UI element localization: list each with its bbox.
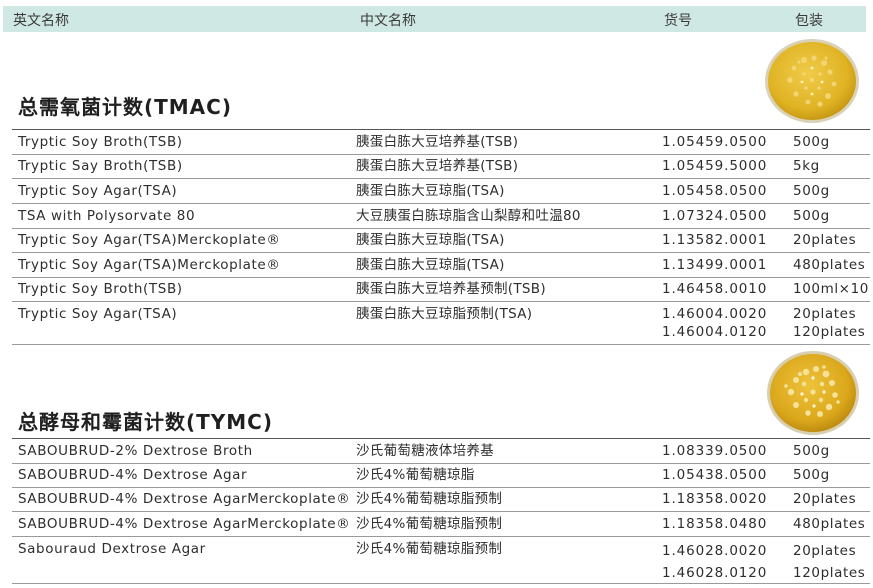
cell-chinese-name: 胰蛋白胨大豆琼脂(TSA) bbox=[356, 257, 505, 273]
table-row: SABOUBRUD-2% Dextrose Broth 沙氏葡萄糖液体培养基 1… bbox=[12, 438, 870, 464]
table-header: 英文名称 中文名称 货号 包装 bbox=[3, 6, 866, 32]
cell-english-name: Sabouraud Dextrose Agar bbox=[18, 541, 206, 557]
cell-chinese-name: 胰蛋白胨大豆培养基(TSB) bbox=[356, 158, 519, 174]
cell-catalog-number: 1.05458.0500 bbox=[662, 183, 768, 199]
table-row: Sabouraud Dextrose Agar 沙氏4%葡萄糖琼脂预制 1.46… bbox=[12, 537, 870, 584]
cell-chinese-name: 大豆胰蛋白胨琼脂含山梨醇和吐温80 bbox=[356, 208, 581, 224]
table-row: SABOUBRUD-4% Dextrose Agar 沙氏4%葡萄糖琼脂 1.0… bbox=[12, 463, 870, 488]
col-header-chinese-name: 中文名称 bbox=[360, 13, 416, 29]
cell-english-name: SABOUBRUD-4% Dextrose AgarMerckoplate® bbox=[18, 491, 351, 507]
cell-package: 500g bbox=[793, 134, 830, 150]
col-header-package: 包装 bbox=[795, 13, 823, 29]
cell-english-name: SABOUBRUD-4% Dextrose Agar bbox=[18, 467, 248, 483]
cell-catalog-number: 1.05438.0500 bbox=[662, 467, 768, 483]
cell-catalog-number: 1.05459.5000 bbox=[662, 158, 768, 174]
cell-english-name: Tryptic Soy Broth(TSB) bbox=[18, 134, 183, 150]
cell-package: 480plates bbox=[793, 257, 866, 273]
cell-english-name: SABOUBRUD-4% Dextrose AgarMerckoplate® bbox=[18, 516, 351, 532]
cell-catalog-number: 1.46004.0020 1.46004.0120 bbox=[662, 305, 767, 341]
cell-package: 20plates bbox=[793, 491, 857, 507]
col-header-catalog-number: 货号 bbox=[664, 13, 692, 29]
cell-chinese-name: 胰蛋白胨大豆培养基(TSB) bbox=[356, 134, 519, 150]
table-row: Tryptic Soy Broth(TSB) 胰蛋白胨大豆培养基(TSB) 1.… bbox=[12, 129, 870, 155]
cell-english-name: Tryptic Soy Broth(TSB) bbox=[18, 281, 183, 297]
table-row: Tryptic Soy Agar(TSA)Merckoplate® 胰蛋白胨大豆… bbox=[12, 253, 870, 278]
section-title-tmac: 总需氧菌计数(TMAC) bbox=[18, 95, 232, 119]
cell-package: 500g bbox=[793, 208, 830, 224]
cell-catalog-number: 1.05459.0500 bbox=[662, 134, 768, 150]
cell-catalog-number: 1.13499.0001 bbox=[662, 257, 768, 273]
cell-chinese-name: 胰蛋白胨大豆琼脂(TSA) bbox=[356, 183, 505, 199]
cell-chinese-name: 沙氏4%葡萄糖琼脂预制 bbox=[356, 541, 503, 557]
table-row: Tryptic Soy Broth(TSB) 胰蛋白胨大豆培养基预制(TSB) … bbox=[12, 277, 870, 302]
table-row: Tryptic Soy Agar(TSA) 胰蛋白胨大豆琼脂预制(TSA) 1.… bbox=[12, 302, 870, 345]
package-line: 120plates bbox=[793, 324, 866, 340]
cell-package: 480plates bbox=[793, 516, 866, 532]
cell-package: 20plates 120plates bbox=[793, 305, 865, 341]
package-line: 20plates bbox=[793, 306, 857, 322]
cell-chinese-name: 沙氏4%葡萄糖琼脂预制 bbox=[356, 491, 503, 507]
cell-catalog-number: 1.18358.0020 bbox=[662, 491, 768, 507]
cell-chinese-name: 沙氏4%葡萄糖琼脂预制 bbox=[356, 516, 503, 532]
col-header-english-name: 英文名称 bbox=[13, 13, 69, 29]
catalog-number-line: 1.46028.0120 bbox=[662, 565, 768, 581]
cell-catalog-number: 1.13582.0001 bbox=[662, 232, 768, 248]
cell-english-name: Tryptic Soy Agar(TSA)Merckoplate® bbox=[18, 232, 281, 248]
cell-package: 5kg bbox=[793, 158, 820, 174]
cell-chinese-name: 胰蛋白胨大豆琼脂预制(TSA) bbox=[356, 306, 533, 322]
catalog-number-line: 1.46028.0020 bbox=[662, 543, 768, 559]
table-row: SABOUBRUD-4% Dextrose AgarMerckoplate® 沙… bbox=[12, 487, 870, 512]
package-line: 120plates bbox=[793, 565, 866, 581]
cell-chinese-name: 胰蛋白胨大豆培养基预制(TSB) bbox=[356, 281, 546, 297]
table-row: Tryptic Soy Agar(TSA)Merckoplate® 胰蛋白胨大豆… bbox=[12, 228, 870, 253]
table-row: Tryptic Say Broth(TSB) 胰蛋白胨大豆培养基(TSB) 1.… bbox=[12, 154, 870, 179]
cell-english-name: Tryptic Soy Agar(TSA) bbox=[18, 183, 178, 199]
catalog-number-line: 1.46004.0020 bbox=[662, 306, 768, 322]
petri-dish-tymc-icon bbox=[767, 351, 859, 435]
cell-catalog-number: 1.18358.0480 bbox=[662, 516, 768, 532]
petri-dish-tmac-icon bbox=[765, 39, 859, 123]
table-row: SABOUBRUD-4% Dextrose AgarMerckoplate® 沙… bbox=[12, 512, 870, 537]
cell-catalog-number: 1.08339.0500 bbox=[662, 443, 768, 459]
cell-english-name: Tryptic Say Broth(TSB) bbox=[18, 158, 183, 174]
cell-english-name: Tryptic Soy Agar(TSA)Merckoplate® bbox=[18, 257, 281, 273]
cell-catalog-number: 1.07324.0500 bbox=[662, 208, 768, 224]
cell-chinese-name: 沙氏4%葡萄糖琼脂 bbox=[356, 467, 475, 483]
cell-package: 20plates bbox=[793, 232, 857, 248]
package-line: 20plates bbox=[793, 543, 857, 559]
catalog-number-line: 1.46004.0120 bbox=[662, 324, 768, 340]
cell-catalog-number: 1.46458.0010 bbox=[662, 281, 768, 297]
cell-english-name: SABOUBRUD-2% Dextrose Broth bbox=[18, 443, 253, 459]
cell-package: 20plates 120plates bbox=[793, 540, 865, 584]
cell-english-name: TSA with Polysorvate 80 bbox=[18, 208, 196, 224]
cell-package: 500g bbox=[793, 183, 830, 199]
cell-chinese-name: 沙氏葡萄糖液体培养基 bbox=[356, 443, 494, 459]
cell-package: 100ml×10 bbox=[793, 281, 869, 297]
table-row: TSA with Polysorvate 80 大豆胰蛋白胨琼脂含山梨醇和吐温8… bbox=[12, 204, 870, 229]
cell-package: 500g bbox=[793, 467, 830, 483]
cell-chinese-name: 胰蛋白胨大豆琼脂(TSA) bbox=[356, 232, 505, 248]
section-title-tymc: 总酵母和霉菌计数(TYMC) bbox=[18, 410, 273, 434]
cell-english-name: Tryptic Soy Agar(TSA) bbox=[18, 306, 178, 322]
cell-package: 500g bbox=[793, 443, 830, 459]
table-row: Tryptic Soy Agar(TSA) 胰蛋白胨大豆琼脂(TSA) 1.05… bbox=[12, 179, 870, 204]
cell-catalog-number: 1.46028.0020 1.46028.0120 bbox=[662, 540, 767, 584]
